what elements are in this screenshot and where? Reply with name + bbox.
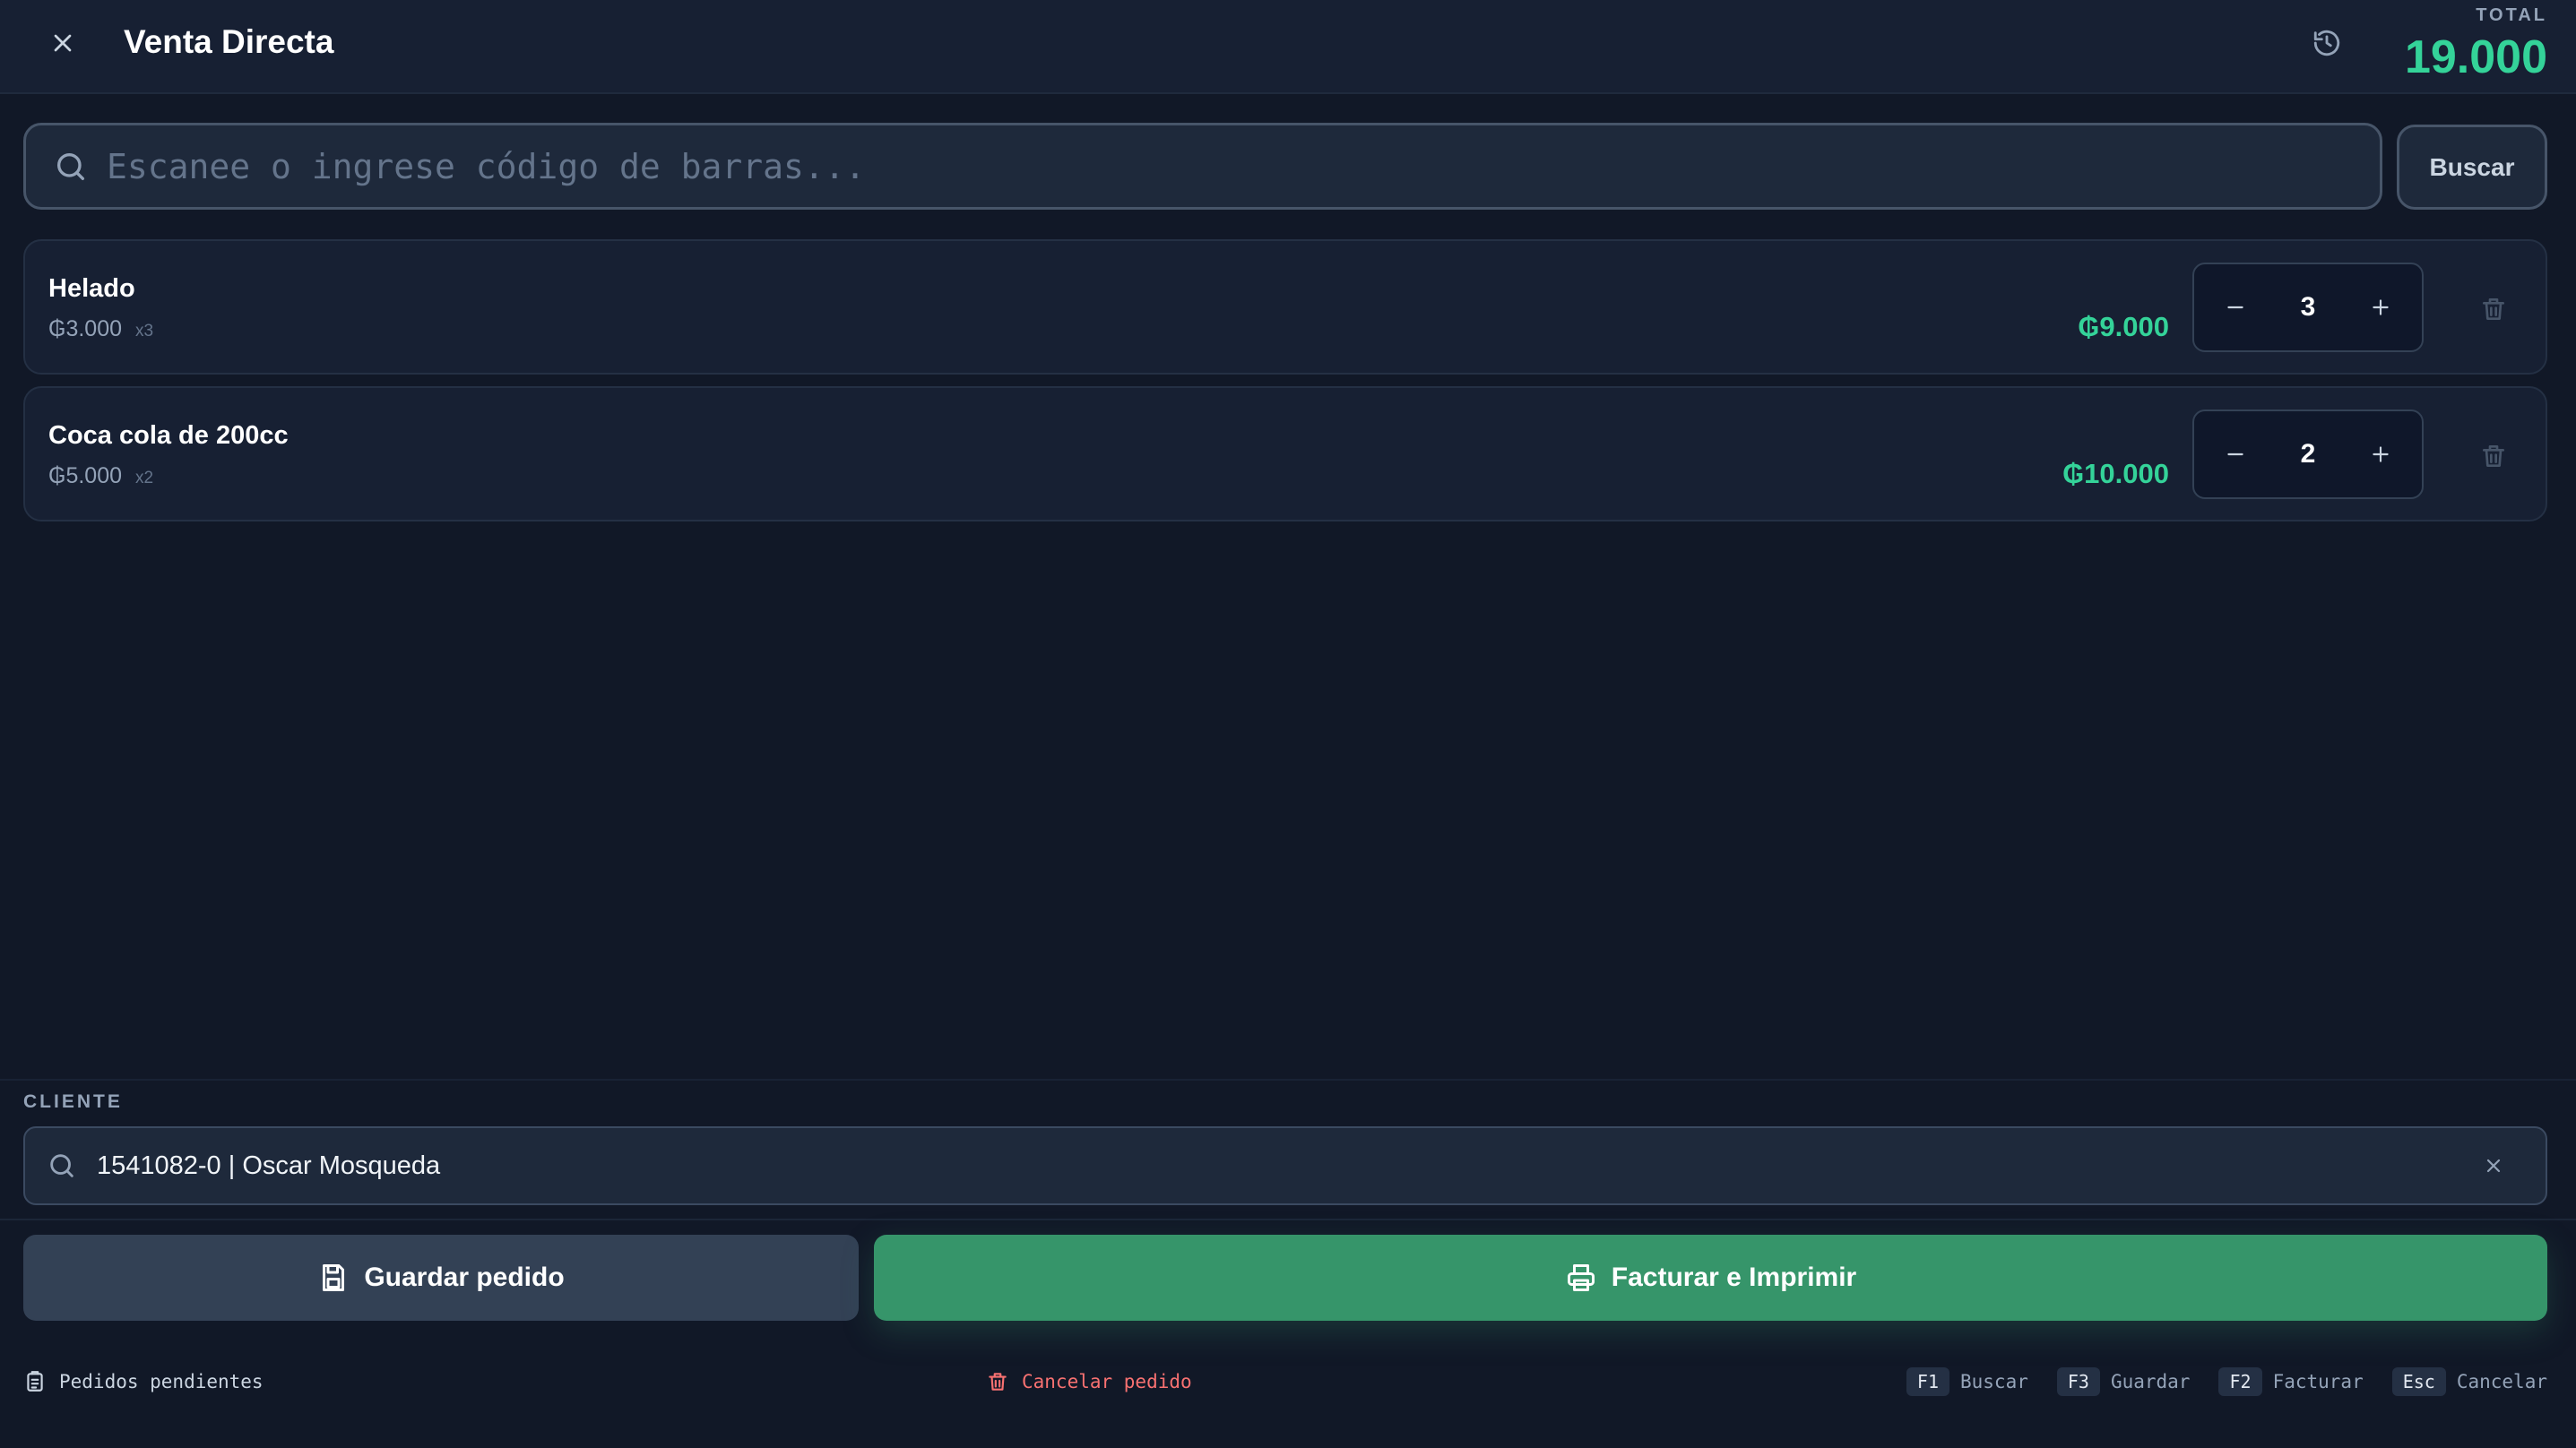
search-icon (53, 149, 89, 185)
shortcut-label: Buscar (1960, 1371, 2028, 1392)
shortcut-cancel: Esc Cancelar (2391, 1367, 2547, 1396)
quantity-stepper: 2 (2192, 409, 2424, 499)
plus-icon (2373, 446, 2389, 462)
shortcut-label: Cancelar (2456, 1371, 2547, 1392)
item-unit-price: ₲3.000 (48, 316, 123, 341)
client-value[interactable]: 1541082-0 | Oscar Mosqueda (97, 1151, 2476, 1181)
minus-icon (2227, 306, 2243, 309)
history-icon (2313, 30, 2340, 56)
divider (0, 1079, 2576, 1081)
increase-button[interactable] (2338, 411, 2422, 497)
minus-icon (2227, 452, 2243, 456)
pos-screen: Venta Directa TOTAL 19.000 Buscar Helado… (0, 0, 2576, 1448)
shortcut-key: F2 (2218, 1367, 2262, 1396)
trash-icon (2483, 445, 2504, 467)
quantity-stepper: 3 (2192, 263, 2424, 352)
remove-item-button[interactable] (2472, 435, 2515, 478)
pending-orders-link[interactable]: Pedidos pendientes (23, 1362, 264, 1401)
bill-print-label: Facturar e Imprimir (1611, 1263, 1857, 1292)
trash-icon (986, 1370, 1009, 1393)
plus-icon (2373, 299, 2389, 315)
shortcut-bill: F2 Facturar (2218, 1367, 2364, 1396)
save-order-button[interactable]: Guardar pedido (23, 1235, 859, 1321)
item-name: Coca cola de 200cc (48, 421, 289, 450)
close-button[interactable] (39, 20, 86, 66)
cancel-order-label: Cancelar pedido (1022, 1371, 1192, 1392)
quantity-value[interactable]: 2 (2278, 439, 2339, 470)
shortcut-save: F3 Guardar (2056, 1367, 2191, 1396)
decrease-button[interactable] (2194, 411, 2278, 497)
barcode-search (23, 123, 2382, 210)
item-qty-label: x3 (135, 322, 154, 340)
divider (0, 1219, 2576, 1220)
barcode-input[interactable] (107, 139, 2380, 194)
save-icon (317, 1262, 350, 1294)
shortcut-search: F1 Buscar (1906, 1367, 2028, 1396)
close-icon (2486, 1159, 2501, 1173)
item-qty-label: x2 (135, 469, 154, 487)
client-field[interactable]: 1541082-0 | Oscar Mosqueda (23, 1126, 2547, 1205)
clipboard-icon (23, 1370, 47, 1393)
search-button[interactable]: Buscar (2397, 125, 2547, 210)
cart-item: Coca cola de 200cc ₲5.000 x2 ₲10.000 2 (23, 386, 2547, 521)
close-icon (54, 34, 72, 52)
clear-client-button[interactable] (2476, 1148, 2511, 1184)
shortcut-key: F3 (2056, 1367, 2100, 1396)
shortcut-label: Guardar (2110, 1371, 2191, 1392)
total-value: 19.000 (2404, 31, 2547, 83)
header-bar: Venta Directa TOTAL 19.000 (0, 0, 2576, 94)
client-label: CLIENTE (23, 1091, 123, 1112)
page-title: Venta Directa (124, 23, 334, 60)
save-order-label: Guardar pedido (364, 1263, 565, 1292)
item-name: Helado (48, 274, 135, 303)
bill-print-button[interactable]: Facturar e Imprimir (874, 1235, 2547, 1321)
pending-orders-label: Pedidos pendientes (59, 1371, 264, 1392)
increase-button[interactable] (2338, 264, 2422, 350)
history-button[interactable] (2307, 22, 2347, 65)
shortcut-key: Esc (2391, 1367, 2446, 1396)
bottom-bar: Pedidos pendientes Cancelar pedido F1 Bu… (0, 1362, 2576, 1401)
search-icon (47, 1151, 77, 1181)
decrease-button[interactable] (2194, 264, 2278, 350)
shortcut-label: Facturar (2272, 1371, 2364, 1392)
item-unit-price: ₲5.000 (48, 463, 123, 488)
cart-item: Helado ₲3.000 x3 ₲9.000 3 (23, 239, 2547, 375)
shortcut-key: F1 (1906, 1367, 1949, 1396)
item-subtotal: ₲9.000 (2078, 311, 2169, 342)
printer-icon (1565, 1262, 1597, 1294)
total-label: TOTAL (2476, 5, 2547, 25)
quantity-value[interactable]: 3 (2278, 292, 2339, 323)
cancel-order-link[interactable]: Cancelar pedido (986, 1362, 1192, 1401)
remove-item-button[interactable] (2472, 288, 2515, 331)
trash-icon (2483, 298, 2504, 320)
keyboard-shortcuts: F1 Buscar F3 Guardar F2 Facturar Esc Can… (1878, 1362, 2547, 1401)
item-subtotal: ₲10.000 (2062, 458, 2169, 489)
